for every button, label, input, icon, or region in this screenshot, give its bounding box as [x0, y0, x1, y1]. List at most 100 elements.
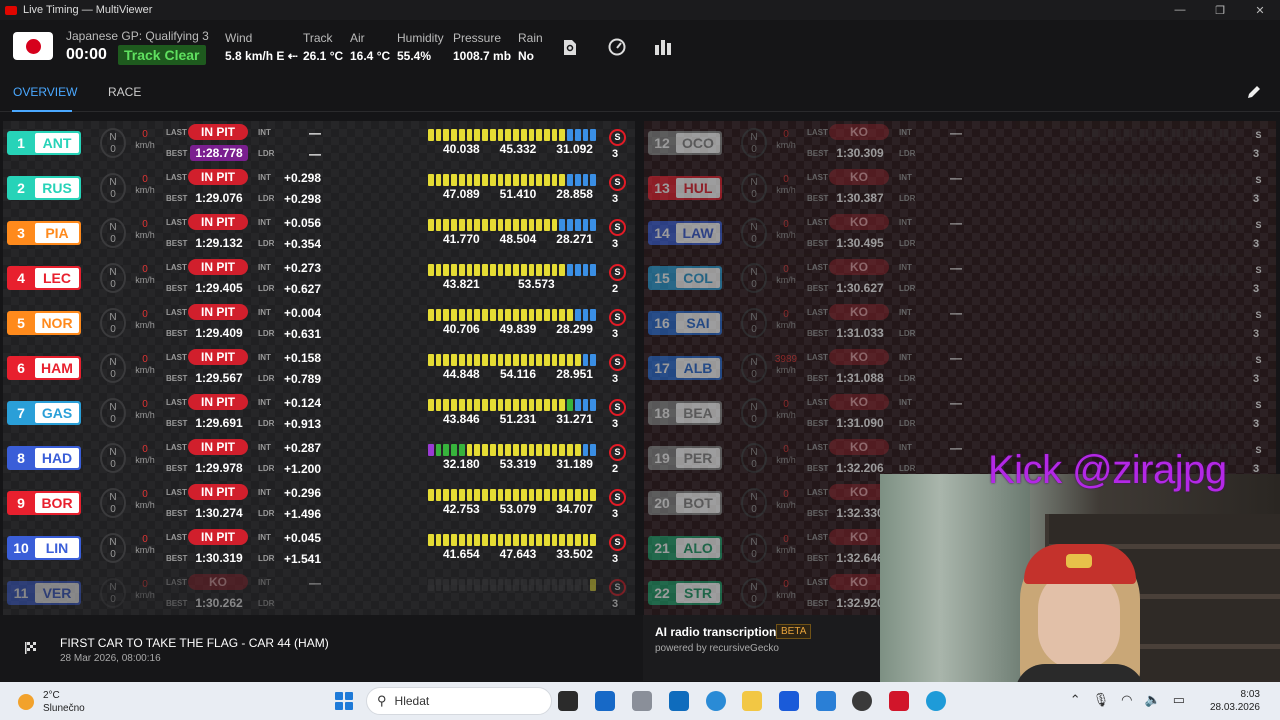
system-tray[interactable]: ⌃ 🎙 ◠ 🔈 ▭ [1070, 692, 1185, 708]
radio-transcriptions-panel[interactable]: AI radio transcriptions BETA powered by … [643, 615, 883, 681]
sector-times: 43.846 51.231 31.271 [443, 412, 593, 426]
speedometer-icon[interactable] [606, 36, 628, 58]
settings-icon[interactable] [632, 691, 652, 711]
driver-row[interactable]: 12 OCO N 0 0 km/h LAST BEST KO 1:30.309 INT LDR — S 3 [644, 121, 1276, 166]
wind-direction-icon: ⇠ [284, 49, 298, 63]
last-label: LAST [807, 353, 828, 362]
driver-row[interactable]: 4 LEC N 0 0 km/h LAST BEST IN PIT 1:29.405 INT LDR +… [3, 256, 635, 301]
store-icon[interactable] [595, 691, 615, 711]
gear-indicator: N0 [741, 218, 767, 248]
speed-readout: 3989 km/h [774, 354, 798, 375]
leader-label: LDR [258, 464, 275, 473]
driver-row[interactable]: 13 HUL N 0 0 km/h LAST BEST KO 1:30.387 INT LDR — S 3 [644, 166, 1276, 211]
best-lap-time: 1:30.495 [836, 236, 884, 250]
multiviewer-icon[interactable] [889, 691, 909, 711]
last-label: LAST [166, 173, 187, 182]
sector-time: 43.821 [443, 277, 480, 291]
tyre-compound-icon: S [609, 534, 626, 551]
driver-row[interactable]: 18 BEA N 0 0 km/h LAST BEST KO 1:31.090 INT LDR — S 3 [644, 391, 1276, 436]
driver-row[interactable]: 1 ANT N 0 0 km/h LAST BEST IN PIT 1:28.778 INT LDR —… [3, 121, 635, 166]
driver-row[interactable]: 11 VER N 0 0 km/h LAST BEST KO 1:30.262 INT LDR — S 3 [3, 571, 635, 616]
driver-row[interactable]: 14 LAW N 0 0 km/h LAST BEST KO 1:30.495 INT LDR — S 3 [644, 211, 1276, 256]
file-explorer-icon[interactable] [742, 691, 762, 711]
close-button[interactable]: ✕ [1240, 0, 1280, 20]
tyre-laps: 3 [612, 193, 619, 205]
gear-indicator: N0 [100, 578, 126, 608]
bar-chart-icon[interactable] [652, 36, 674, 58]
gear-label: N [109, 447, 117, 458]
status-badge: KO [829, 349, 889, 365]
taskbar-clock[interactable]: 8:03 28.03.2026 [1210, 688, 1260, 714]
copilot-icon[interactable] [816, 691, 836, 711]
best-label: BEST [807, 149, 829, 158]
last-label: LAST [166, 578, 187, 587]
driver-row[interactable]: 7 GAS N 0 0 km/h LAST BEST IN PIT 1:29.691 INT LDR +… [3, 391, 635, 436]
sector-time: 34.707 [556, 502, 593, 516]
interval-gap: +0.273 [283, 261, 321, 275]
best-lap-time: 1:29.405 [195, 281, 243, 295]
status-badge: IN PIT [188, 214, 248, 230]
taskbar-search[interactable]: ⚲ Hledat [366, 687, 552, 715]
outlook-icon[interactable] [669, 691, 689, 711]
browser-icon[interactable] [926, 691, 946, 711]
speed-value: 0 [783, 129, 789, 140]
speed-value: 0 [142, 309, 148, 320]
driver-code: LAW [676, 223, 720, 243]
driver-row[interactable]: 10 LIN N 0 0 km/h LAST BEST IN PIT 1:30.319 INT LDR… [3, 526, 635, 571]
driver-row[interactable]: 15 COL N 0 0 km/h LAST BEST KO 1:30.627 INT LDR — S 3 [644, 256, 1276, 301]
pencil-icon[interactable] [1246, 84, 1262, 105]
gear-indicator: N0 [741, 398, 767, 428]
speed-value: 0 [783, 489, 789, 500]
position-number: 1 [17, 135, 25, 151]
title-bar: Live Timing — MultiViewer — ❐ ✕ [0, 0, 1280, 20]
document-search-icon[interactable] [559, 36, 581, 58]
gear-value: 0 [751, 414, 757, 425]
maximize-button[interactable]: ❐ [1200, 0, 1240, 20]
task-view-icon[interactable] [558, 691, 578, 711]
driver-row[interactable]: 8 HAD N 0 0 km/h LAST BEST IN PIT 1:29.978 INT LDR +… [3, 436, 635, 481]
position-tag: 11 VER [7, 581, 81, 605]
powered-by-link[interactable]: powered by recursiveGecko [655, 643, 779, 654]
tab-race[interactable]: RACE [108, 85, 141, 99]
speed-value: 0 [142, 534, 148, 545]
best-lap-time: 1:31.090 [836, 416, 884, 430]
defender-icon[interactable] [779, 691, 799, 711]
tyre-compound-icon: S [609, 129, 626, 146]
interval-gap: — [950, 171, 962, 185]
interval-gap: +0.158 [283, 351, 321, 365]
driver-row[interactable]: 6 HAM N 0 0 km/h LAST BEST IN PIT 1:29.567 INT LDR +… [3, 346, 635, 391]
obs-icon[interactable] [852, 691, 872, 711]
last-label: LAST [166, 128, 187, 137]
edge-icon[interactable] [706, 691, 726, 711]
app-logo-icon [5, 5, 17, 15]
leader-gap: +0.627 [283, 282, 321, 296]
humidity-readout: Humidity 55.4% [397, 31, 444, 63]
start-button-icon[interactable] [335, 692, 353, 710]
driver-row[interactable]: 5 NOR N 0 0 km/h LAST BEST IN PIT 1:29.409 INT LDR +… [3, 301, 635, 346]
last-label: LAST [166, 353, 187, 362]
driver-row[interactable]: 9 BOR N 0 0 km/h LAST BEST IN PIT 1:30.274 INT LDR +… [3, 481, 635, 526]
gear-value: 0 [751, 549, 757, 560]
position-tag: 9 BOR [7, 491, 81, 515]
tab-overview[interactable]: OVERVIEW [13, 85, 77, 99]
driver-row[interactable]: 16 SAI N 0 0 km/h LAST BEST KO 1:31.033 INT LDR — S 3 [644, 301, 1276, 346]
last-label: LAST [807, 443, 828, 452]
driver-row[interactable]: 3 PIA N 0 0 km/h LAST BEST IN PIT 1:29.132 INT LDR +… [3, 211, 635, 256]
gear-value: 0 [110, 369, 116, 380]
speed-unit: km/h [135, 275, 155, 285]
driver-row[interactable]: 2 RUS N 0 0 km/h LAST BEST IN PIT 1:29.076 INT LDR +… [3, 166, 635, 211]
gear-indicator: N0 [741, 308, 767, 338]
best-label: BEST [807, 284, 829, 293]
minimize-button[interactable]: — [1160, 0, 1200, 20]
driver-code: HAM [35, 358, 79, 378]
driver-code: OCO [676, 133, 720, 153]
gear-label: N [750, 582, 758, 593]
weather-widget[interactable]: 2°C Slunečno [18, 689, 85, 715]
tyre-laps: 3 [1253, 148, 1260, 160]
speed-unit: km/h [776, 500, 796, 510]
driver-row[interactable]: 17 ALB N 0 3989 km/h LAST BEST KO 1:31.088 INT LDR —… [644, 346, 1276, 391]
sector-time: 42.753 [443, 502, 480, 516]
interval-label: INT [899, 353, 912, 362]
tyre-compound-icon: S [609, 579, 626, 596]
tyre-laps: 3 [1253, 238, 1260, 250]
